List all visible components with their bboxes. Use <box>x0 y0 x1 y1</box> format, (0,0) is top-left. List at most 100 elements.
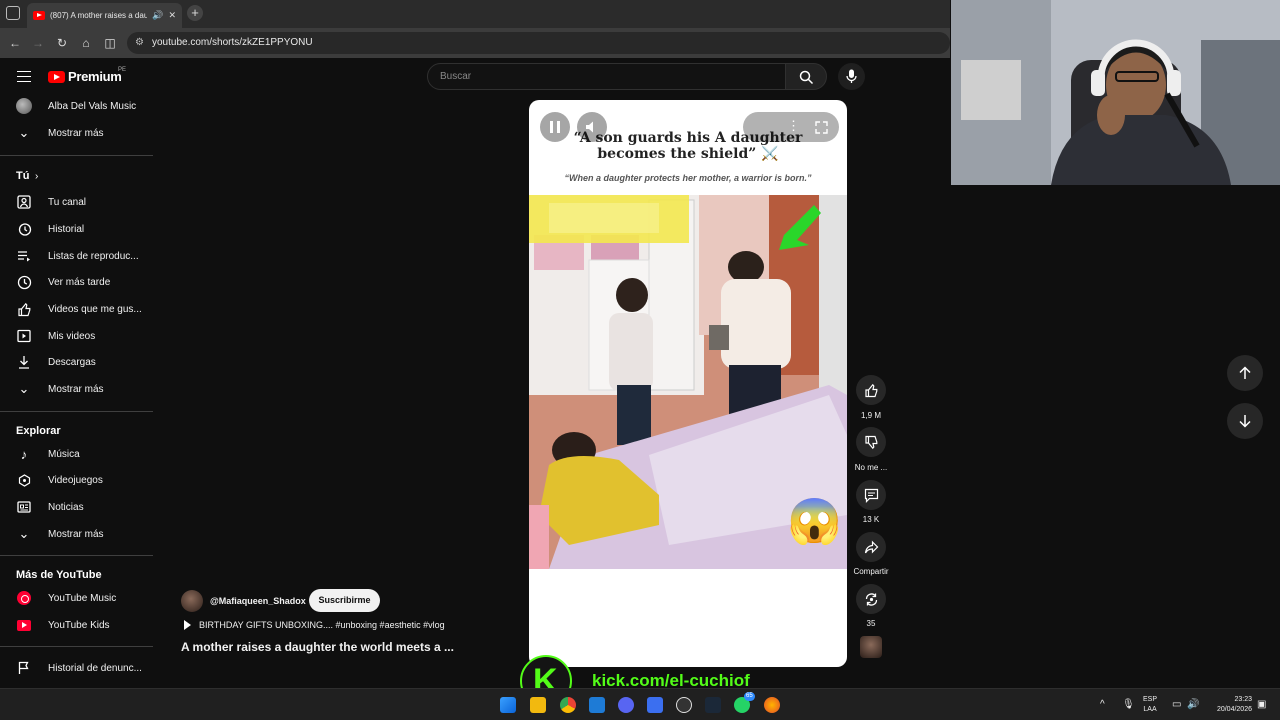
sidebar-divider <box>0 555 153 556</box>
more-options-icon[interactable]: ⋮ <box>787 118 800 134</box>
comments-button[interactable] <box>856 480 886 510</box>
sidebar-item-music[interactable]: ♪ Música <box>0 441 153 467</box>
sidebar-divider <box>0 646 153 647</box>
pause-icon <box>550 121 560 133</box>
sidebar-item-youtube-kids[interactable]: YouTube Kids <box>0 612 153 638</box>
sidebar-item-history[interactable]: Historial <box>0 216 153 242</box>
tab-close-icon[interactable]: ✕ <box>168 10 176 21</box>
fullscreen-icon[interactable] <box>815 121 828 134</box>
speaker-icon[interactable]: 🔊 <box>152 10 163 21</box>
sidebar-item-news[interactable]: Noticias <box>0 494 153 520</box>
short-caption-subtitle: “When a daughter protects her mother, a … <box>564 173 812 183</box>
search-placeholder: Buscar <box>440 71 472 82</box>
sidebar-item-my-videos[interactable]: Mis videos <box>0 323 153 349</box>
sidebar-item-label: Videos que me gus... <box>48 303 142 315</box>
remix-button[interactable] <box>856 584 886 614</box>
tab-title: (807) A mother raises a dau... <box>50 11 148 20</box>
previous-short-button[interactable] <box>1227 355 1263 391</box>
forward-icon[interactable]: → <box>29 34 47 52</box>
language-indicator[interactable]: ESP LAA <box>1143 695 1157 715</box>
obs-icon[interactable] <box>676 697 692 713</box>
system-clock[interactable]: 23:23 20/04/2026 <box>1207 695 1252 715</box>
sidebar-item-label: Mostrar más <box>48 528 104 540</box>
sidebar-heading-you[interactable]: Tú › <box>0 163 153 189</box>
linked-video-description[interactable]: BIRTHDAY GIFTS UNBOXING.... #unboxing #a… <box>199 620 445 630</box>
like-button[interactable] <box>856 375 886 405</box>
sidebar-item-label: Listas de reproduc... <box>48 250 139 262</box>
address-bar[interactable]: ⚙ youtube.com/shorts/zkZE1PPYONU <box>127 32 950 54</box>
tab-actions-icon[interactable] <box>6 6 20 20</box>
sidebar-item-playlists[interactable]: Listas de reproduc... <box>0 243 153 269</box>
new-tab-button[interactable]: + <box>187 5 203 21</box>
remix-count: 35 <box>866 619 876 628</box>
back-icon[interactable]: ← <box>6 34 24 52</box>
chevron-up-icon[interactable]: ^ <box>1100 699 1105 710</box>
streamer-webcam <box>951 0 1280 185</box>
pause-button[interactable] <box>540 112 570 142</box>
microphone-tray-icon[interactable]: 🎙 <box>1122 699 1135 710</box>
sound-thumbnail[interactable] <box>860 636 882 658</box>
sidebar-item-watch-later[interactable]: Ver más tarde <box>0 269 153 295</box>
sidebar-item-subscription[interactable]: Alba Del Vals Music <box>0 93 153 119</box>
channel-handle[interactable]: @Mafiaqueen_Shadox <box>210 596 306 606</box>
discord-icon[interactable] <box>618 697 634 713</box>
sidebar-item-downloads[interactable]: Descargas <box>0 349 153 375</box>
chevron-down-icon: ⌄ <box>18 125 30 140</box>
sidebar-item-label: Noticias <box>48 501 84 513</box>
file-explorer-icon[interactable] <box>530 697 546 713</box>
network-icon[interactable]: ▭ <box>1172 699 1181 710</box>
app-icon[interactable] <box>647 697 663 713</box>
mute-button[interactable] <box>577 112 607 142</box>
dislike-button[interactable] <box>856 427 886 457</box>
share-button[interactable] <box>856 532 886 562</box>
sidebar-item-show-more[interactable]: ⌄ Mostrar más <box>0 521 153 547</box>
sidebar-item-your-channel[interactable]: Tu canal <box>0 189 153 215</box>
sidebar-item-gaming[interactable]: Videojuegos <box>0 467 153 493</box>
clock-time: 23:23 <box>1234 696 1252 703</box>
browser-toolbar: ← → ↻ ⌂ ◫ ⚙ youtube.com/shorts/zkZE1PPYO… <box>0 28 950 58</box>
dislike-label: No me ... <box>854 463 888 472</box>
sidebar-divider <box>0 411 153 412</box>
sidebar-item-label: Descargas <box>48 356 96 368</box>
sidebar-item-label: Videojuegos <box>48 474 103 486</box>
arrow-down-icon <box>1239 415 1251 428</box>
arrow-up-icon <box>1239 366 1251 379</box>
notifications-icon[interactable]: ▣ <box>1257 699 1266 710</box>
windows-taskbar: 65 ^ 🎙 ESP LAA ▭ 🔊 23:23 20/04/2026 ▣ <box>0 688 1280 720</box>
sidebar-heading: Tú <box>16 170 30 182</box>
split-view-icon[interactable]: ◫ <box>101 34 119 52</box>
sidebar-item-show-more[interactable]: ⌄ Mostrar más <box>0 376 153 402</box>
sidebar-item-show-more[interactable]: ⌄ Mostrar más <box>0 120 153 146</box>
next-short-button[interactable] <box>1227 403 1263 439</box>
chrome-icon[interactable] <box>560 697 576 713</box>
browser-tab[interactable]: (807) A mother raises a dau... 🔊 ✕ <box>27 3 182 28</box>
sidebar-item-liked-videos[interactable]: Videos que me gus... <box>0 296 153 322</box>
steam-icon[interactable] <box>705 697 721 713</box>
search-button[interactable] <box>785 63 827 90</box>
subscribe-button[interactable]: Suscribirme <box>309 589 380 612</box>
short-title[interactable]: A mother raises a daughter the world mee… <box>181 640 454 654</box>
windows-start-icon[interactable] <box>500 697 516 713</box>
chevron-right-icon: › <box>35 170 39 182</box>
site-info-icon[interactable]: ⚙ <box>135 37 144 48</box>
youtube-logo[interactable]: Premium <box>48 69 122 84</box>
sidebar-item-youtube-music[interactable]: YouTube Music <box>0 585 153 611</box>
voice-search-button[interactable] <box>838 63 865 90</box>
like-count: 1,9 M <box>860 411 881 420</box>
sidebar-heading: Más de YouTube <box>16 569 102 581</box>
youtube-favicon-icon <box>33 11 45 20</box>
share-label: Compartir <box>853 567 889 576</box>
reload-icon[interactable]: ↻ <box>53 34 71 52</box>
firefox-icon[interactable] <box>764 697 780 713</box>
channel-avatar[interactable] <box>181 590 203 612</box>
video-frame[interactable]: 😱 <box>529 195 847 569</box>
hamburger-menu-icon[interactable] <box>17 71 31 82</box>
vscode-icon[interactable] <box>589 697 605 713</box>
shorts-player[interactable]: “A son guards his A daughter becomes the… <box>529 100 847 667</box>
volume-tray-icon[interactable]: 🔊 <box>1187 699 1199 710</box>
thumb-up-icon <box>16 301 32 317</box>
search-input[interactable]: Buscar <box>427 63 786 90</box>
country-code: PE <box>118 67 127 73</box>
home-icon[interactable]: ⌂ <box>77 34 95 52</box>
sidebar-item-report-history[interactable]: Historial de denunc... <box>0 655 153 681</box>
